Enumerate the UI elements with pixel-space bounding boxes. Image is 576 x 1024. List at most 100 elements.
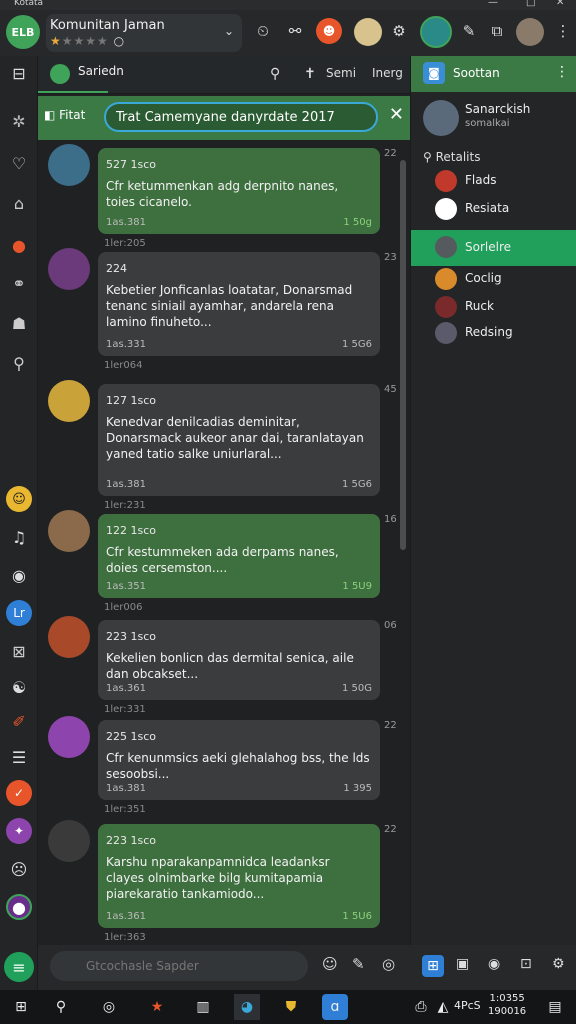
pen-icon[interactable]: ✎ bbox=[454, 16, 484, 46]
emoji-icon[interactable]: ☺ bbox=[6, 486, 32, 512]
sidebar-item[interactable]: Redsing bbox=[411, 320, 576, 346]
message-item[interactable]: 223 1sco Kekelien bonlicn das dermital se… bbox=[38, 616, 400, 720]
section-header: ⚲ Retalits bbox=[423, 150, 480, 164]
app-chat-icon[interactable]: ɑ bbox=[322, 994, 348, 1020]
message-item[interactable]: 223 1sco Karshu nparakanpamnidca leadanks… bbox=[38, 820, 400, 945]
message-avatar[interactable] bbox=[48, 510, 90, 552]
close-window-button[interactable]: ✕ bbox=[556, 0, 564, 8]
heart-icon[interactable]: ♡ bbox=[6, 150, 32, 176]
gear-icon[interactable]: ⚙ bbox=[552, 956, 565, 972]
sticker-icon[interactable]: ⊡ bbox=[520, 956, 532, 972]
subheader-item-2[interactable]: Inerg bbox=[372, 66, 403, 80]
notification-icon[interactable]: ☻ bbox=[316, 18, 342, 44]
message-bubble[interactable]: 122 1sco Cfr kestummeken ada derpams nane… bbox=[98, 514, 380, 598]
search-icon[interactable]: ⚲ bbox=[270, 66, 280, 82]
close-icon[interactable]: ✕ bbox=[389, 104, 404, 125]
message-item[interactable]: 127 1sco Kenedvar denilcadias deminitar, … bbox=[38, 380, 400, 516]
game-icon[interactable]: ☯ bbox=[6, 674, 32, 700]
puzzle-icon[interactable]: ✲ bbox=[6, 108, 32, 134]
message-bubble[interactable]: 223 1sco Kekelien bonlicn das dermital se… bbox=[98, 620, 380, 700]
profile-card[interactable]: Sanarckish somalkai bbox=[411, 94, 576, 142]
rating-stars: ★★★★★ ○ bbox=[50, 34, 126, 48]
app-icon[interactable]: Lr bbox=[6, 600, 32, 626]
message-avatar[interactable] bbox=[48, 248, 90, 290]
grid-icon[interactable]: ⊠ bbox=[6, 638, 32, 664]
scrollbar[interactable] bbox=[400, 160, 406, 550]
message-bubble[interactable]: 223 1sco Karshu nparakanpamnidca leadanks… bbox=[98, 824, 380, 928]
avatar[interactable] bbox=[354, 18, 382, 46]
app-browser-icon[interactable]: ◕ bbox=[234, 994, 260, 1020]
clock[interactable]: 1:0355 190016 bbox=[488, 992, 526, 1018]
record-icon[interactable]: ◉ bbox=[6, 562, 32, 588]
windows-start-icon[interactable]: ⊞ bbox=[8, 994, 34, 1020]
emoji-icon[interactable]: ☺ bbox=[322, 955, 338, 973]
camera-icon[interactable]: ◙ bbox=[423, 62, 445, 84]
panel-icon[interactable]: ⊟ bbox=[6, 60, 32, 86]
message-item[interactable]: 122 1sco Cfr kestummeken ada derpams nane… bbox=[38, 510, 400, 618]
alert-icon[interactable]: ✓ bbox=[6, 780, 32, 806]
send-icon[interactable]: ◎ bbox=[382, 955, 395, 973]
character-icon[interactable]: ✦ bbox=[6, 818, 32, 844]
window-icon[interactable]: ⧉ bbox=[482, 16, 512, 46]
message-avatar[interactable] bbox=[48, 144, 90, 186]
language-indicator[interactable]: 4PcS bbox=[454, 999, 481, 1012]
notification-center-icon[interactable]: ▤ bbox=[542, 994, 568, 1020]
message-avatar[interactable] bbox=[48, 380, 90, 422]
message-bubble[interactable]: 224 Kebetier Jonficanlas loatatar, Donars… bbox=[98, 252, 380, 356]
message-bubble[interactable]: 127 1sco Kenedvar denilcadias deminitar, … bbox=[98, 384, 380, 496]
sidebar-item[interactable]: Coclig bbox=[411, 266, 576, 292]
image-icon[interactable]: ▣ bbox=[456, 956, 469, 972]
face-icon[interactable]: ☹ bbox=[6, 856, 32, 882]
message-input[interactable] bbox=[50, 951, 308, 981]
app-header: ELB Komunitan Jaman ★★★★★ ○ ⌄ ⏲ ⚯ ☻ ⚙ ✎ … bbox=[0, 10, 576, 56]
timer-icon[interactable]: ⏲ bbox=[248, 16, 278, 46]
camera-icon[interactable]: ◉ bbox=[488, 956, 500, 972]
app-star-icon[interactable]: ★ bbox=[144, 994, 170, 1020]
users-icon[interactable]: ☗ bbox=[6, 310, 32, 336]
pen-icon[interactable]: ✎ bbox=[352, 955, 365, 973]
search-tool-icon[interactable]: ⚲ bbox=[6, 350, 32, 376]
profile-icon[interactable]: ● bbox=[6, 894, 32, 920]
sidebar-item[interactable]: Sorlelre bbox=[411, 230, 576, 266]
sidebar-item[interactable]: Resiata bbox=[411, 196, 576, 222]
message-item[interactable]: 224 Kebetier Jonficanlas loatatar, Donars… bbox=[38, 248, 400, 376]
sidebar-item[interactable]: Ruck bbox=[411, 294, 576, 320]
message-item[interactable]: 225 1sco Cfr kenunmsics aeki glehalahog b… bbox=[38, 716, 400, 820]
app-shield-icon[interactable]: ⛊ bbox=[278, 994, 304, 1020]
task-view-icon[interactable]: ◎ bbox=[96, 994, 122, 1020]
tab-channel[interactable]: Sariedn bbox=[78, 64, 124, 78]
subheader-item-1[interactable]: Semi bbox=[326, 66, 356, 80]
message-bubble[interactable]: 225 1sco Cfr kenunmsics aeki glehalahog b… bbox=[98, 720, 380, 800]
message-avatar[interactable] bbox=[48, 716, 90, 758]
message-bubble[interactable]: 527 1sco Cfr ketummenkan adg derpnito nan… bbox=[98, 148, 380, 234]
plus-icon[interactable]: ✝ bbox=[304, 66, 316, 82]
chat-icon[interactable]: ● bbox=[6, 232, 32, 258]
message-item[interactable]: 527 1sco Cfr ketummenkan adg derpnito nan… bbox=[38, 144, 400, 254]
search-icon[interactable]: ⚲ bbox=[48, 994, 74, 1020]
chevron-down-icon[interactable]: ⌄ bbox=[224, 24, 234, 38]
menu-icon[interactable]: ≡ bbox=[4, 952, 34, 982]
sidebar-item[interactable]: Flads bbox=[411, 168, 576, 194]
contact-avatar[interactable] bbox=[516, 18, 544, 46]
app-calendar-icon[interactable]: ▥ bbox=[190, 994, 216, 1020]
minimize-button[interactable]: — bbox=[488, 0, 498, 8]
maximize-button[interactable]: □ bbox=[526, 0, 535, 8]
more-vertical-icon[interactable]: ⋮ bbox=[555, 64, 569, 80]
search-input[interactable] bbox=[104, 102, 378, 132]
community-selector[interactable]: Komunitan Jaman ★★★★★ ○ ⌄ bbox=[46, 14, 242, 52]
list-icon[interactable]: ☰ bbox=[6, 744, 32, 770]
link-icon[interactable]: ⚭ bbox=[6, 270, 32, 296]
message-avatar[interactable] bbox=[48, 820, 90, 862]
music-icon[interactable]: ♫ bbox=[6, 524, 32, 550]
network-icon[interactable]: ◭ bbox=[430, 994, 456, 1020]
pencil-icon[interactable]: ✐ bbox=[6, 708, 32, 734]
more-vertical-icon[interactable]: ⋮ bbox=[548, 16, 576, 46]
home-icon[interactable]: ⌂ bbox=[6, 190, 32, 216]
grid-icon[interactable]: ⊞ bbox=[422, 955, 444, 977]
link-icon[interactable]: ⚯ bbox=[280, 16, 310, 46]
message-avatar[interactable] bbox=[48, 616, 90, 658]
user-avatar[interactable] bbox=[420, 16, 452, 48]
filter-label[interactable]: ◧ Fitat bbox=[44, 108, 85, 122]
app-logo-icon[interactable]: ELB bbox=[6, 15, 40, 49]
gear-icon[interactable]: ⚙ bbox=[384, 16, 414, 46]
